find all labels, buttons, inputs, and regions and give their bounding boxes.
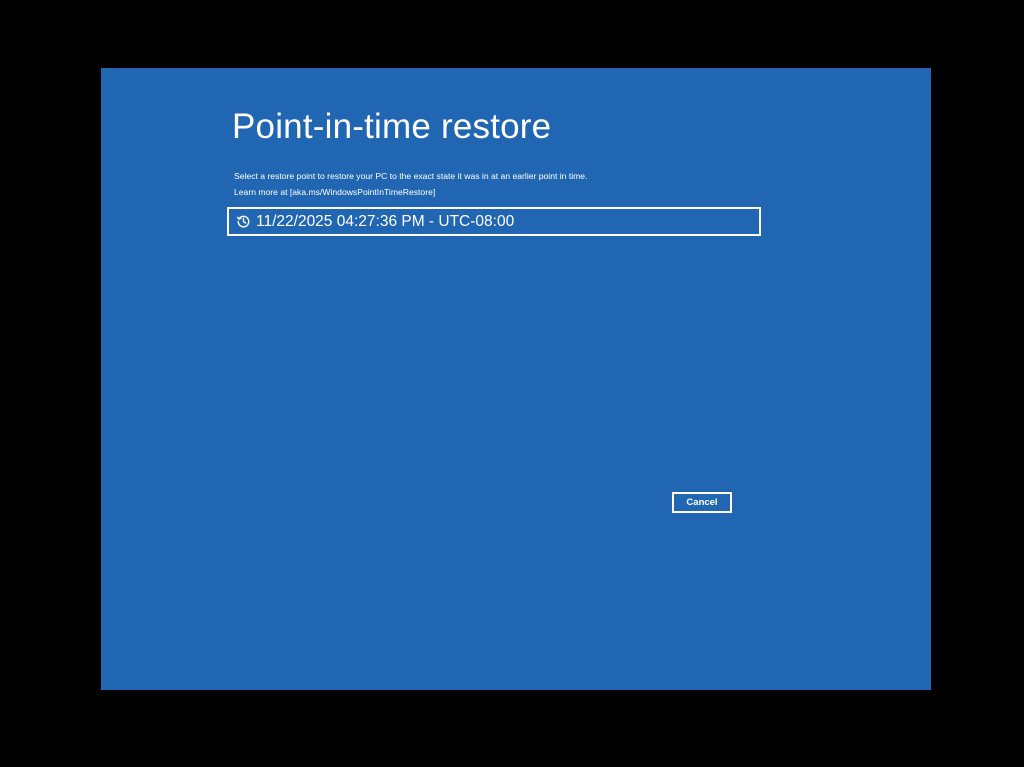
cancel-button[interactable]: Cancel	[672, 492, 732, 513]
history-icon	[235, 214, 251, 230]
recovery-screen: Point-in-time restore Select a restore p…	[101, 68, 931, 690]
learn-more-text: Learn more at [aka.ms/WindowsPointInTime…	[234, 187, 436, 197]
description-text: Select a restore point to restore your P…	[234, 171, 588, 181]
restore-point-label: 11/22/2025 04:27:36 PM - UTC-08:00	[256, 213, 515, 230]
page-description: Select a restore point to restore your P…	[234, 168, 587, 200]
page-title: Point-in-time restore	[232, 107, 552, 146]
restore-point-item[interactable]: 11/22/2025 04:27:36 PM - UTC-08:00	[227, 207, 761, 236]
